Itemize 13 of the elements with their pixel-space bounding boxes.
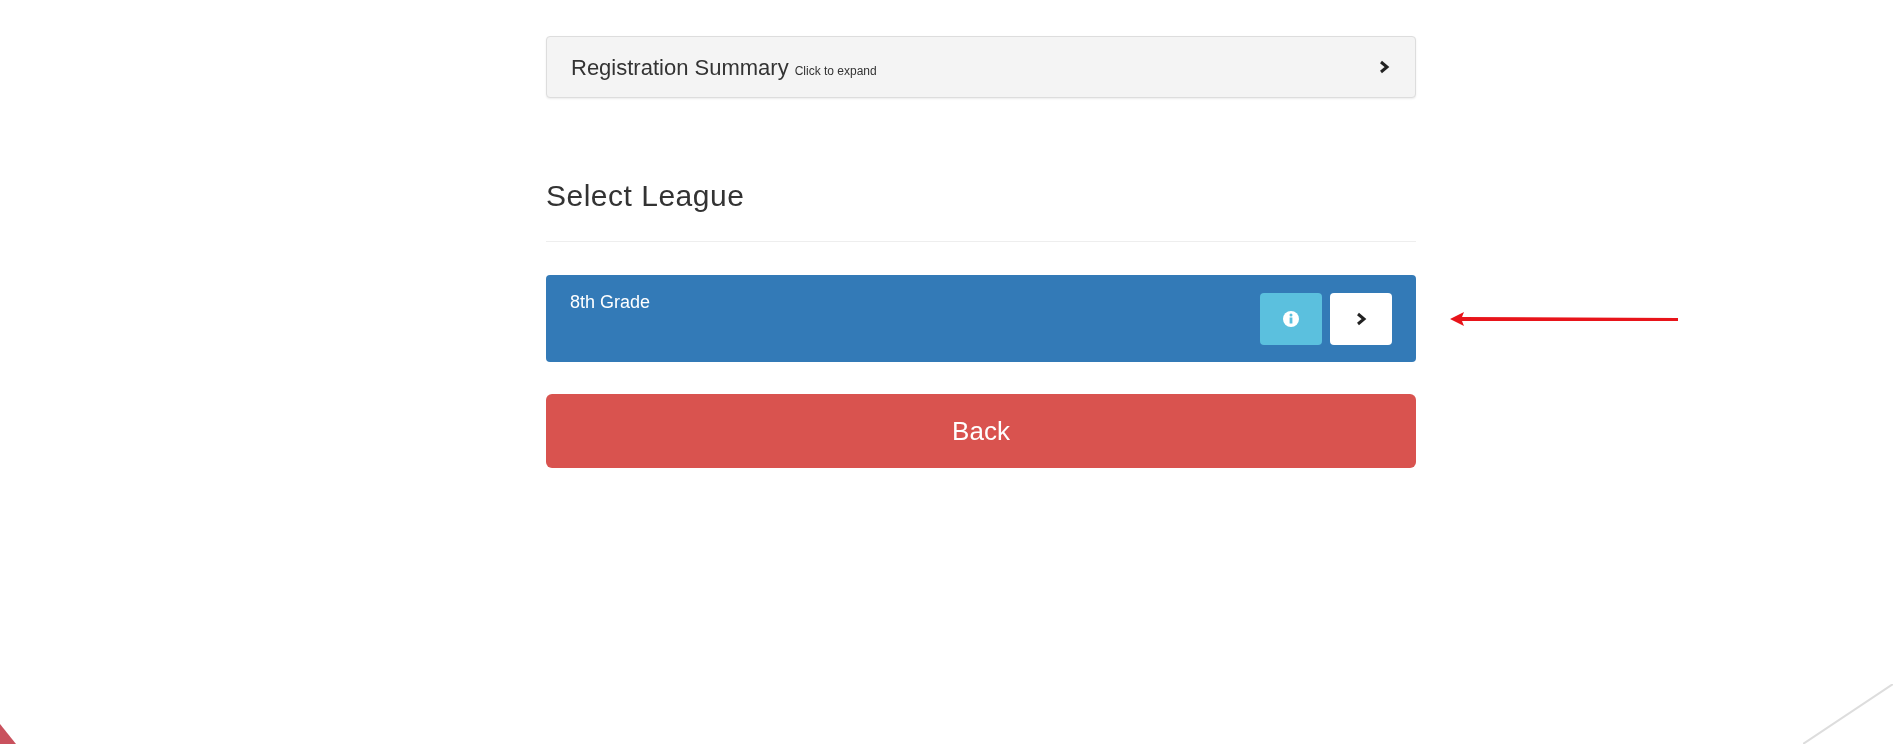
chevron-right-icon — [1377, 60, 1391, 74]
league-name: 8th Grade — [570, 291, 651, 314]
league-panel[interactable]: 8th Grade — [546, 275, 1416, 362]
info-icon — [1282, 310, 1300, 328]
section-heading: Select League — [546, 178, 746, 214]
summary-title: Registration Summary — [571, 53, 789, 82]
chevron-right-icon — [1354, 312, 1368, 326]
info-button[interactable] — [1260, 293, 1322, 345]
expand-hint: Click to expand — [794, 62, 877, 80]
next-button[interactable] — [1330, 293, 1392, 345]
summary-panel[interactable]: Registration Summary Click to expand — [546, 36, 1416, 98]
back-button[interactable]: Back — [546, 394, 1416, 468]
corner-triangle — [0, 724, 16, 744]
